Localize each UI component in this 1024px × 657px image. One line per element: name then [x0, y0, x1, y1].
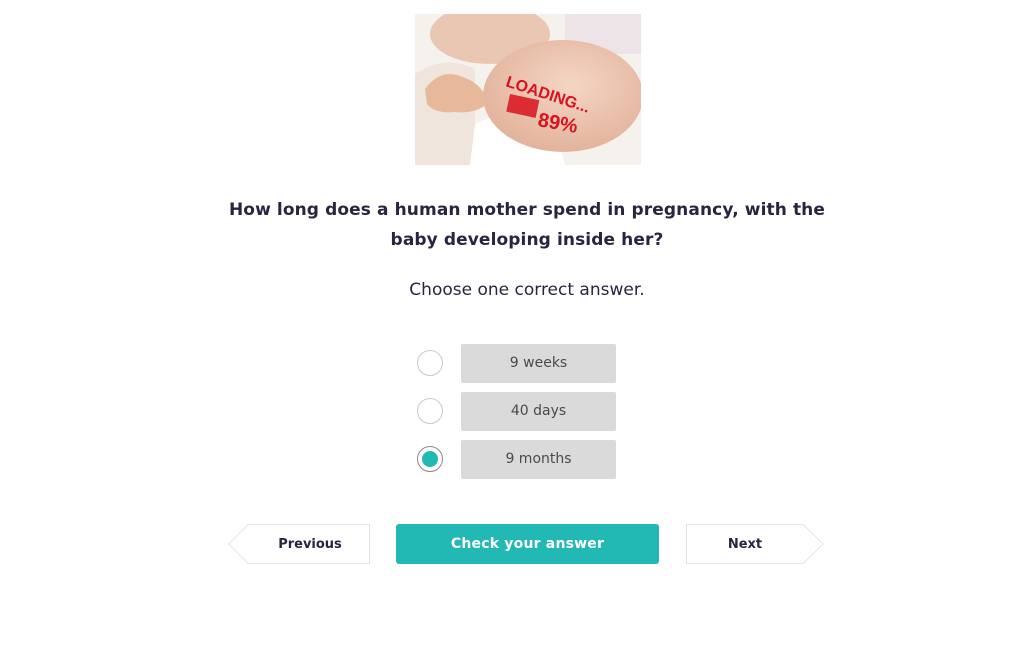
instruction-text: Choose one correct answer.	[409, 280, 645, 300]
previous-button[interactable]: Previous	[228, 524, 370, 564]
answer-option[interactable]: 40 days	[416, 392, 626, 432]
question-image: LOADING... 89%	[415, 14, 641, 165]
answer-label[interactable]: 9 months	[461, 440, 616, 479]
answer-label[interactable]: 9 weeks	[461, 344, 616, 383]
radio-button[interactable]	[417, 350, 443, 376]
previous-button-label: Previous	[278, 536, 342, 552]
pregnancy-photo: LOADING... 89%	[415, 14, 641, 165]
answer-option[interactable]: 9 weeks	[416, 344, 626, 384]
next-button[interactable]: Next	[686, 524, 824, 564]
check-answer-button[interactable]: Check your answer	[396, 524, 659, 564]
radio-button-selected[interactable]	[417, 446, 443, 472]
answer-option[interactable]: 9 months	[416, 440, 626, 480]
answer-label[interactable]: 40 days	[461, 392, 616, 431]
radio-button[interactable]	[417, 398, 443, 424]
answer-options: 9 weeks 40 days 9 months	[416, 344, 626, 488]
next-button-label: Next	[727, 536, 763, 552]
question-text: How long does a human mother spend in pr…	[228, 200, 826, 250]
